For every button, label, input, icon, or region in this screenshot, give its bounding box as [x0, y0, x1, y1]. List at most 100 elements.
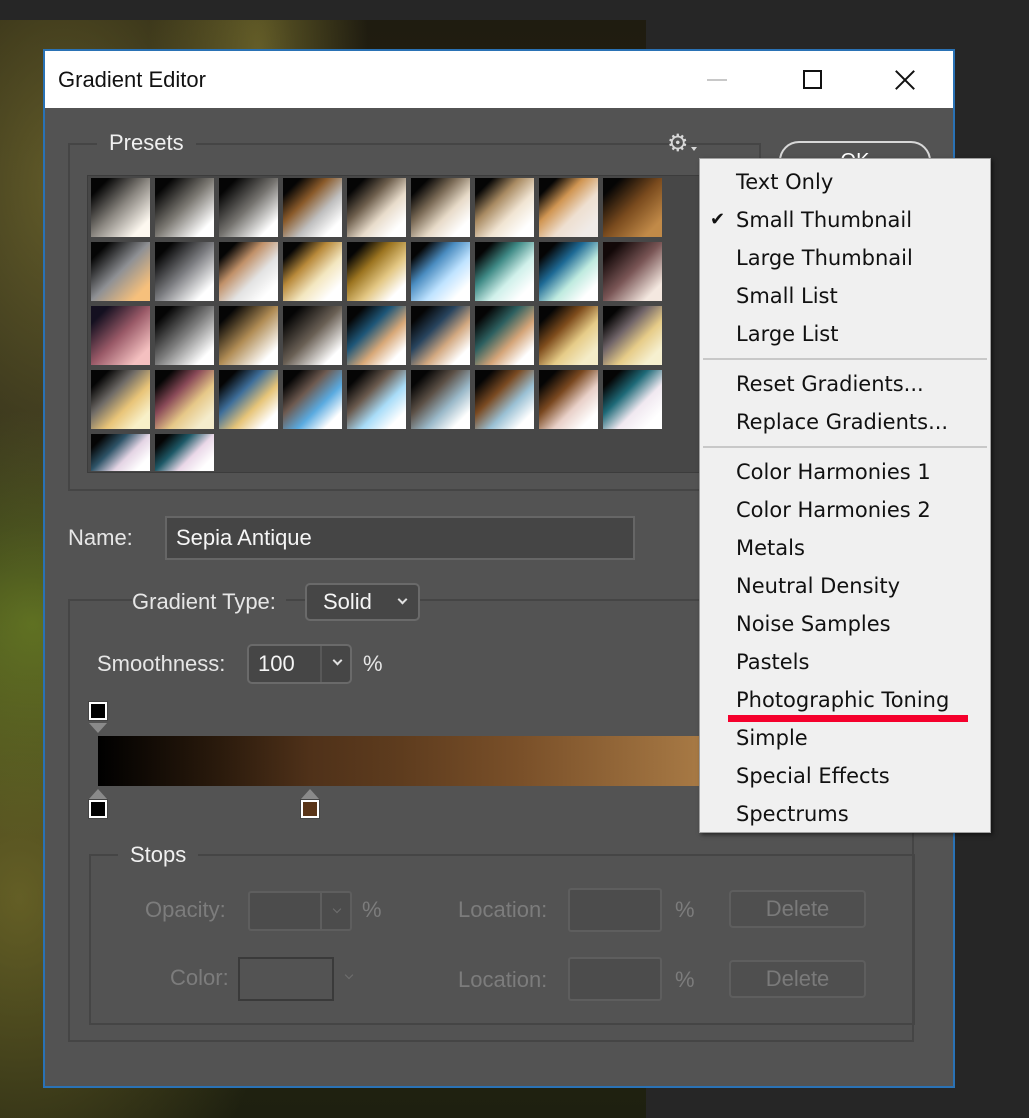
preset-thumbnail[interactable] — [155, 242, 214, 301]
opacity-location-label: Location: — [458, 897, 548, 922]
preset-thumbnail[interactable] — [539, 242, 598, 301]
menu-separator — [703, 446, 987, 448]
menu-item-label: Spectrums — [736, 802, 849, 826]
preset-thumbnail[interactable] — [155, 306, 214, 365]
menu-item-label: Color Harmonies 1 — [736, 460, 931, 484]
smoothness-unit: % — [363, 651, 383, 676]
preset-thumbnail[interactable] — [347, 178, 406, 237]
opacity-location-unit: % — [675, 897, 695, 922]
menu-item-color-harmonies-2[interactable]: Color Harmonies 2 — [700, 491, 990, 529]
preset-thumbnail[interactable] — [411, 370, 470, 429]
preset-thumbnail[interactable] — [411, 178, 470, 237]
preset-thumbnail[interactable] — [91, 306, 150, 365]
preset-thumbnail[interactable] — [283, 370, 342, 429]
preset-thumbnail[interactable] — [347, 370, 406, 429]
menu-item-color-harmonies-1[interactable]: Color Harmonies 1 — [700, 453, 990, 491]
name-label: Name: — [68, 525, 133, 550]
color-stop-pointer — [89, 789, 107, 799]
gradient-type-label: Gradient Type: — [132, 589, 286, 615]
color-location-label: Location: — [458, 967, 548, 992]
preset-thumbnail[interactable] — [219, 178, 278, 237]
combo-divider — [320, 893, 322, 929]
preset-thumbnail[interactable] — [603, 306, 662, 365]
menu-item-label: Photographic Toning — [736, 688, 950, 712]
menu-item-metals[interactable]: Metals — [700, 529, 990, 567]
preset-thumbnail[interactable] — [539, 370, 598, 429]
chevron-down-icon[interactable] — [332, 655, 343, 666]
name-input[interactable] — [165, 516, 635, 560]
preset-thumbnail[interactable] — [347, 306, 406, 365]
preset-thumbnail[interactable] — [411, 242, 470, 301]
preset-thumbnail[interactable] — [283, 178, 342, 237]
menu-item-pastels[interactable]: Pastels — [700, 643, 990, 681]
minimize-button[interactable] — [677, 51, 757, 108]
opacity-stop[interactable] — [89, 702, 107, 720]
opacity-location-input[interactable] — [568, 888, 662, 932]
color-location-input[interactable] — [568, 957, 662, 1001]
preset-thumbnail[interactable] — [411, 306, 470, 365]
menu-item-small-list[interactable]: Small List — [700, 277, 990, 315]
menu-item-label: Simple — [736, 726, 808, 750]
menu-item-noise-samples[interactable]: Noise Samples — [700, 605, 990, 643]
preset-thumbnail[interactable] — [219, 242, 278, 301]
preset-thumbnail[interactable] — [475, 242, 534, 301]
preset-thumbnail[interactable] — [155, 178, 214, 237]
chevron-down-icon — [397, 594, 408, 605]
presets-settings-button[interactable]: ⚙ — [667, 131, 701, 157]
delete-color-stop-button[interactable]: Delete — [729, 960, 866, 998]
preset-thumbnail[interactable] — [91, 370, 150, 429]
menu-item-label: Special Effects — [736, 764, 890, 788]
menu-item-replace-gradients[interactable]: Replace Gradients... — [700, 403, 990, 441]
menu-item-photographic-toning[interactable]: Photographic Toning — [700, 681, 990, 719]
preset-thumbnail[interactable] — [475, 306, 534, 365]
menu-item-reset-gradients[interactable]: Reset Gradients... — [700, 365, 990, 403]
preset-thumbnail[interactable] — [539, 178, 598, 237]
preset-thumbnail[interactable] — [155, 434, 214, 471]
delete-opacity-stop-button[interactable]: Delete — [729, 890, 866, 928]
preset-thumbnail[interactable] — [283, 306, 342, 365]
menu-item-special-effects[interactable]: Special Effects — [700, 757, 990, 795]
color-stop[interactable] — [89, 800, 107, 818]
menu-item-label: Reset Gradients... — [736, 372, 924, 396]
smoothness-combo[interactable]: 100 — [247, 644, 352, 684]
preset-thumbnail[interactable] — [219, 306, 278, 365]
preset-thumbnail[interactable] — [219, 370, 278, 429]
preset-thumbnail[interactable] — [91, 178, 150, 237]
menu-item-large-thumbnail[interactable]: Large Thumbnail — [700, 239, 990, 277]
preset-thumbnail[interactable] — [539, 306, 598, 365]
preset-thumbnail[interactable] — [475, 370, 534, 429]
menu-item-label: Small Thumbnail — [736, 208, 913, 232]
gradient-preview-bar[interactable] — [98, 736, 703, 786]
menu-item-neutral-density[interactable]: Neutral Density — [700, 567, 990, 605]
menu-item-label: Large List — [736, 322, 839, 346]
gradient-type-select[interactable]: Solid — [305, 583, 420, 621]
title-bar[interactable]: Gradient Editor — [45, 51, 953, 108]
stops-group — [89, 854, 915, 1025]
menu-separator — [703, 358, 987, 360]
preset-thumbnail[interactable] — [603, 242, 662, 301]
gradient-type-value: Solid — [323, 589, 372, 614]
menu-item-text-only[interactable]: Text Only — [700, 163, 990, 201]
maximize-button[interactable] — [772, 51, 852, 108]
preset-thumbnail[interactable] — [603, 370, 662, 429]
color-stop[interactable] — [300, 800, 319, 818]
close-button[interactable] — [865, 51, 945, 108]
stops-label: Stops — [118, 842, 199, 868]
menu-item-spectrums[interactable]: Spectrums — [700, 795, 990, 833]
color-swatch[interactable] — [238, 957, 334, 1001]
preset-thumbnail[interactable] — [475, 178, 534, 237]
menu-item-large-list[interactable]: Large List — [700, 315, 990, 353]
preset-thumbnail[interactable] — [603, 178, 662, 237]
preset-thumbnail[interactable] — [347, 242, 406, 301]
preset-thumbnail[interactable] — [91, 434, 150, 471]
smoothness-value[interactable]: 100 — [258, 651, 295, 677]
menu-item-label: Metals — [736, 536, 805, 560]
chevron-down-icon — [332, 904, 342, 914]
menu-item-simple[interactable]: Simple — [700, 719, 990, 757]
opacity-combo[interactable] — [248, 891, 352, 931]
preset-thumbnail[interactable] — [91, 242, 150, 301]
preset-thumbnail[interactable] — [283, 242, 342, 301]
preset-thumbnail[interactable] — [155, 370, 214, 429]
menu-item-label: Color Harmonies 2 — [736, 498, 931, 522]
menu-item-small-thumbnail[interactable]: ✔ Small Thumbnail — [700, 201, 990, 239]
